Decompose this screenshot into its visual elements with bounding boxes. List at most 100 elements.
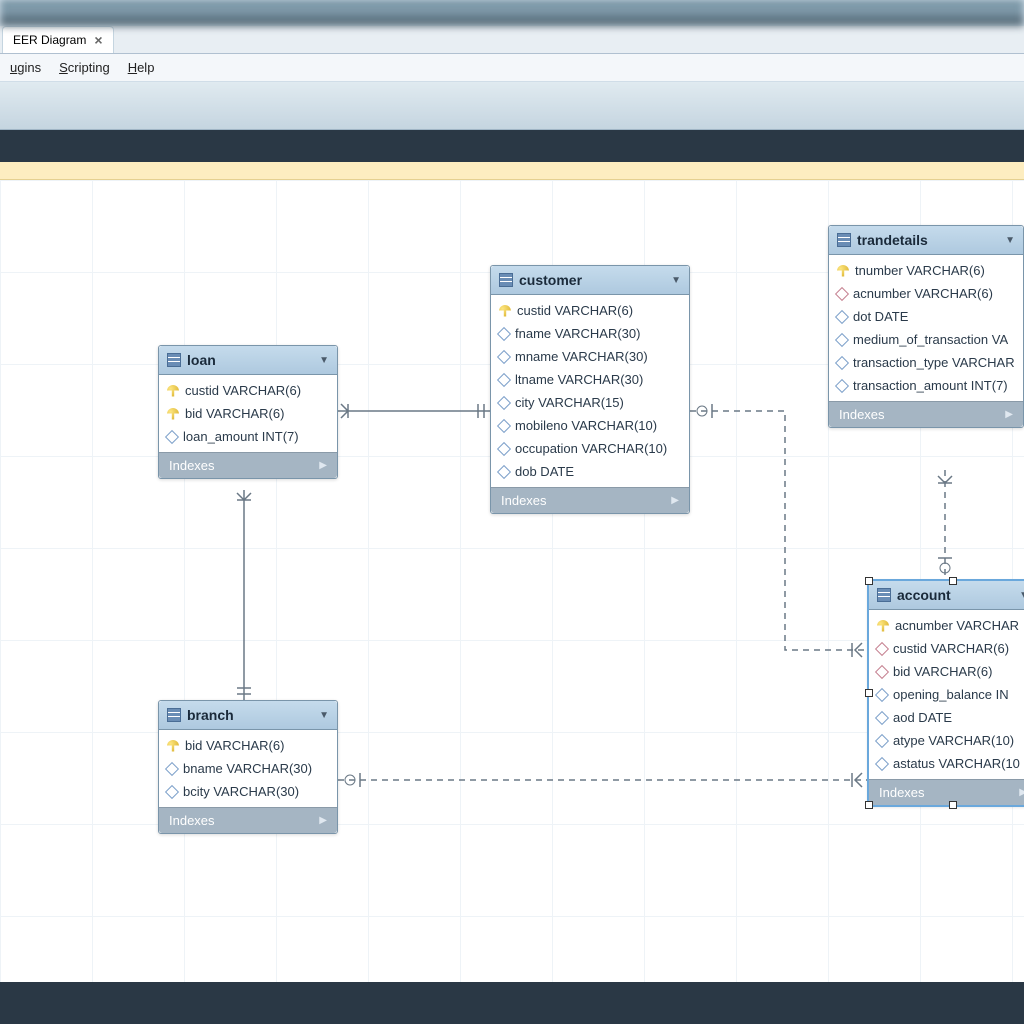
- column-row[interactable]: custid VARCHAR(6): [877, 637, 1024, 660]
- column-text: tnumber VARCHAR(6): [855, 263, 985, 278]
- entity-account[interactable]: account▼ acnumber VARCHARcustid VARCHAR(6…: [868, 580, 1024, 806]
- menu-scripting[interactable]: Scripting: [59, 60, 110, 75]
- menu-help[interactable]: Help: [128, 60, 155, 75]
- column-text: city VARCHAR(15): [515, 395, 624, 410]
- column-row[interactable]: tnumber VARCHAR(6): [837, 259, 1015, 282]
- column-row[interactable]: bcity VARCHAR(30): [167, 780, 329, 803]
- entity-indexes-toggle[interactable]: Indexes▶: [869, 779, 1024, 805]
- chevron-right-icon: ▶: [319, 815, 327, 826]
- column-row[interactable]: bid VARCHAR(6): [167, 734, 329, 757]
- column-text: ltname VARCHAR(30): [515, 372, 643, 387]
- selection-handle[interactable]: [949, 801, 957, 809]
- entity-loan[interactable]: loan▼ custid VARCHAR(6) bid VARCHAR(6)loan…: [158, 345, 338, 479]
- column-row[interactable]: dot DATE: [837, 305, 1015, 328]
- column-row[interactable]: transaction_amount INT(7): [837, 374, 1015, 397]
- column-row[interactable]: atype VARCHAR(10): [877, 729, 1024, 752]
- indexes-label: Indexes: [169, 813, 215, 828]
- entity-trandetails[interactable]: trandetails ▼ tnumber VARCHAR(6) acnumber V…: [828, 225, 1024, 428]
- column-icon: [875, 710, 889, 724]
- column-row[interactable]: aod DATE: [877, 706, 1024, 729]
- column-row[interactable]: ltname VARCHAR(30): [499, 368, 681, 391]
- column-text: astatus VARCHAR(10: [893, 756, 1020, 771]
- menu-plugins[interactable]: ugins: [10, 60, 41, 75]
- column-row[interactable]: city VARCHAR(15): [499, 391, 681, 414]
- indexes-label: Indexes: [879, 785, 925, 800]
- column-row[interactable]: astatus VARCHAR(10: [877, 752, 1024, 775]
- column-text: bid VARCHAR(6): [185, 738, 284, 753]
- entity-header[interactable]: trandetails ▼: [829, 226, 1023, 255]
- entity-indexes-toggle[interactable]: Indexes ▶: [159, 807, 337, 833]
- toolbar-dark-strip: [0, 130, 1024, 162]
- column-row[interactable]: acnumber VARCHAR: [877, 614, 1024, 637]
- chevron-down-icon[interactable]: ▼: [319, 355, 329, 366]
- foreign-key-icon: [875, 664, 889, 678]
- indexes-label: Indexes: [169, 458, 215, 473]
- chevron-down-icon[interactable]: ▼: [1019, 590, 1024, 601]
- column-text: transaction_type VARCHAR: [853, 355, 1015, 370]
- column-text: aod DATE: [893, 710, 952, 725]
- column-row[interactable]: occupation VARCHAR(10): [499, 437, 681, 460]
- chevron-down-icon[interactable]: ▼: [319, 710, 329, 721]
- menu-bar: ugins Scripting Help: [0, 54, 1024, 82]
- chevron-right-icon: ▶: [319, 460, 327, 471]
- entity-customer[interactable]: customer▼ custid VARCHAR(6)fname VARCHAR(…: [490, 265, 690, 514]
- entity-columns: bid VARCHAR(6) bname VARCHAR(30) bcity VAR…: [159, 730, 337, 807]
- column-text: atype VARCHAR(10): [893, 733, 1014, 748]
- diagram-canvas[interactable]: loan▼custid VARCHAR(6)bid VARCHAR(6)loan…: [0, 180, 1024, 982]
- column-row[interactable]: opening_balance IN: [877, 683, 1024, 706]
- selection-handle[interactable]: [865, 801, 873, 809]
- entity-header[interactable]: customer▼: [491, 266, 689, 295]
- entity-branch[interactable]: branch▼ bid VARCHAR(6) bname VARCHAR(30) bc…: [158, 700, 338, 834]
- column-row[interactable]: bid VARCHAR(6): [877, 660, 1024, 683]
- column-text: bid VARCHAR(6): [893, 664, 992, 679]
- yellow-highlight-strip: [0, 162, 1024, 180]
- entity-header[interactable]: loan▼: [159, 346, 337, 375]
- column-text: bname VARCHAR(30): [183, 761, 312, 776]
- selection-handle[interactable]: [865, 689, 873, 697]
- column-icon: [497, 441, 511, 455]
- table-icon: [837, 233, 851, 247]
- column-icon: [497, 464, 511, 478]
- column-row[interactable]: bname VARCHAR(30): [167, 757, 329, 780]
- column-row[interactable]: fname VARCHAR(30): [499, 322, 681, 345]
- column-icon: [835, 378, 849, 392]
- foreign-key-icon: [875, 641, 889, 655]
- column-row[interactable]: medium_of_transaction VA: [837, 328, 1015, 351]
- entity-header[interactable]: account▼: [869, 581, 1024, 610]
- column-row[interactable]: dob DATE: [499, 460, 681, 483]
- column-row[interactable]: mname VARCHAR(30): [499, 345, 681, 368]
- table-icon: [167, 708, 181, 722]
- tab-eer-diagram[interactable]: EER Diagram ×: [2, 26, 114, 53]
- entity-indexes-toggle[interactable]: Indexes▶: [491, 487, 689, 513]
- primary-key-icon: [877, 620, 889, 632]
- tab-bar: EER Diagram ×: [0, 26, 1024, 54]
- indexes-label: Indexes: [839, 407, 885, 422]
- column-row[interactable]: mobileno VARCHAR(10): [499, 414, 681, 437]
- column-row[interactable]: custid VARCHAR(6): [167, 379, 329, 402]
- entity-indexes-toggle[interactable]: Indexes ▶: [159, 452, 337, 478]
- column-row[interactable]: transaction_type VARCHAR: [837, 351, 1015, 374]
- column-icon: [497, 372, 511, 386]
- entity-header[interactable]: branch▼: [159, 701, 337, 730]
- column-icon: [875, 687, 889, 701]
- selection-handle[interactable]: [865, 577, 873, 585]
- entity-indexes-toggle[interactable]: Indexes▶: [829, 401, 1023, 427]
- column-icon: [497, 326, 511, 340]
- chevron-down-icon[interactable]: ▼: [671, 275, 681, 286]
- column-row[interactable]: custid VARCHAR(6): [499, 299, 681, 322]
- window-chrome-blur: [0, 0, 1024, 26]
- chevron-down-icon[interactable]: ▼: [1005, 235, 1015, 246]
- column-text: transaction_amount INT(7): [853, 378, 1008, 393]
- column-text: dot DATE: [853, 309, 908, 324]
- column-text: occupation VARCHAR(10): [515, 441, 667, 456]
- column-text: custid VARCHAR(6): [185, 383, 301, 398]
- selection-handle[interactable]: [949, 577, 957, 585]
- column-row[interactable]: acnumber VARCHAR(6): [837, 282, 1015, 305]
- column-row[interactable]: bid VARCHAR(6): [167, 402, 329, 425]
- chevron-right-icon: ▶: [671, 495, 679, 506]
- primary-key-icon: [837, 265, 849, 277]
- column-row[interactable]: loan_amount INT(7): [167, 425, 329, 448]
- primary-key-icon: [167, 740, 179, 752]
- close-icon[interactable]: ×: [94, 32, 102, 48]
- entity-title: trandetails: [857, 232, 999, 248]
